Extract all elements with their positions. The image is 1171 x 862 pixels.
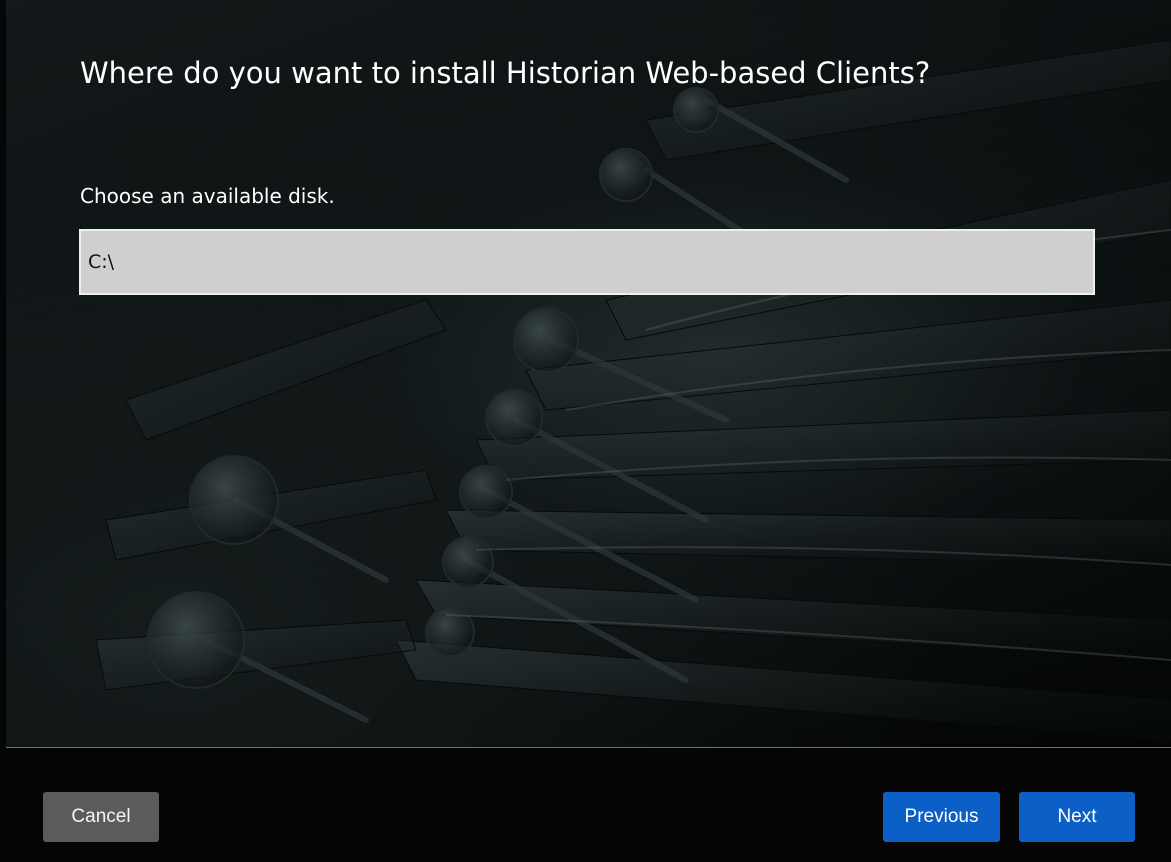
disk-prompt: Choose an available disk. bbox=[80, 184, 335, 208]
disk-select[interactable]: C:\ bbox=[79, 229, 1095, 295]
background-image: Where do you want to install Historian W… bbox=[6, 0, 1171, 748]
footer-divider bbox=[6, 747, 1171, 748]
installer-window: Where do you want to install Historian W… bbox=[0, 0, 1171, 862]
cancel-button[interactable]: Cancel bbox=[43, 792, 159, 842]
turbine-blades-graphic bbox=[6, 0, 1171, 748]
disk-select-value: C:\ bbox=[88, 251, 115, 273]
previous-button[interactable]: Previous bbox=[883, 792, 1000, 842]
next-button[interactable]: Next bbox=[1019, 792, 1135, 842]
page-title: Where do you want to install Historian W… bbox=[80, 56, 931, 90]
